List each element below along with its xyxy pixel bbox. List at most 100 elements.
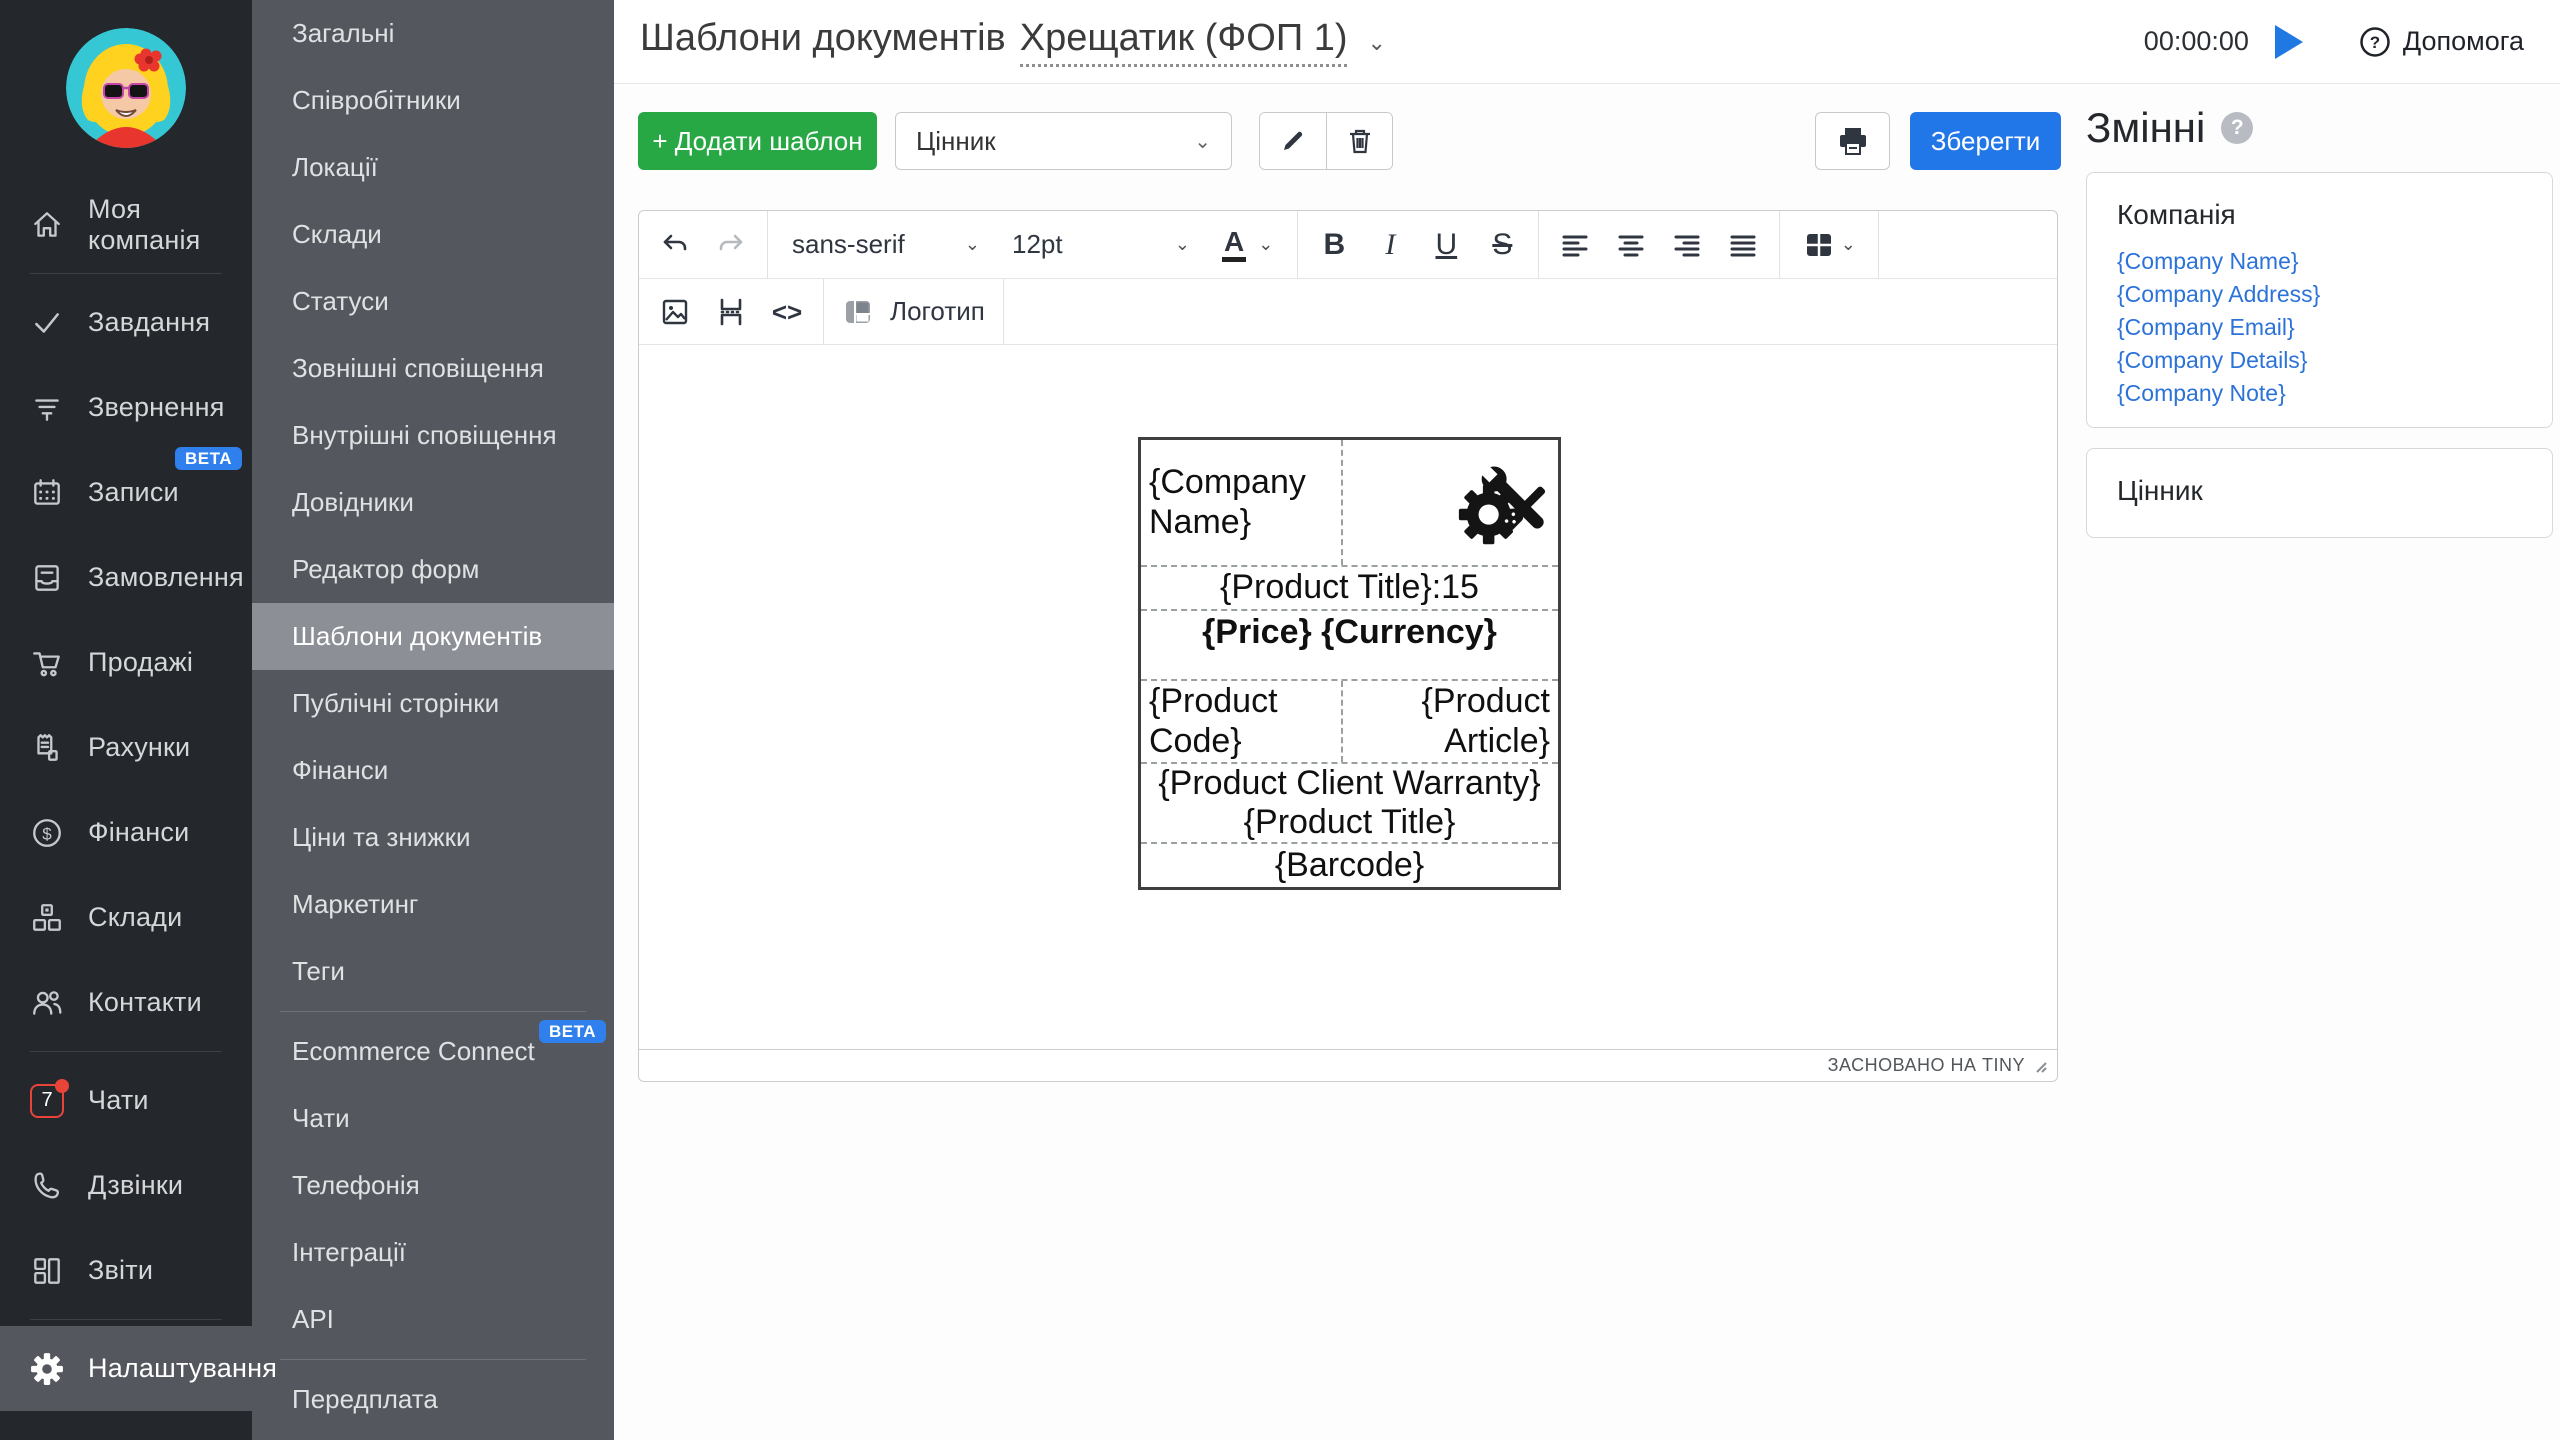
align-right-button[interactable] [1661, 219, 1713, 271]
sidebar-item-appeals[interactable]: Звернення [0, 365, 252, 450]
sidebar-item-calls[interactable]: Дзвінки [0, 1143, 252, 1228]
settings-item-external-notifications[interactable]: Зовнішні сповіщення [252, 335, 614, 402]
variables-help-icon[interactable]: ? [2221, 112, 2253, 144]
settings-item-prices-discounts[interactable]: Ціни та знижки [252, 804, 614, 871]
price-tag-template-table[interactable]: {Company Name} [1138, 437, 1561, 890]
settings-item-label: Передплата [292, 1384, 438, 1415]
print-button[interactable] [1815, 112, 1890, 170]
variables-section-title: Компанія [2117, 199, 2552, 231]
strikethrough-button[interactable]: S [1476, 219, 1528, 271]
variable-link-company-name[interactable]: {Company Name} [2117, 245, 2552, 278]
chevron-down-icon[interactable]: ⌄ [1367, 30, 1385, 56]
powered-by-tiny-label: ЗАСНОВАНО НА TINY [1828, 1055, 2025, 1076]
insert-image-button[interactable] [649, 286, 701, 338]
settings-item-ecommerce-connect[interactable]: Ecommerce Connect BETA [252, 1018, 614, 1085]
editor-canvas[interactable]: {Company Name} [639, 345, 2057, 1049]
location-selector[interactable]: Хрещатик (ФОП 1) [1020, 17, 1348, 67]
table-group: ⌄ [1780, 211, 1879, 278]
sidebar-item-reports[interactable]: Звіти [0, 1228, 252, 1313]
settings-item-subscription[interactable]: Передплата [252, 1366, 614, 1433]
undo-icon [660, 230, 690, 260]
sidebar-item-chats[interactable]: 7 Чати [0, 1058, 252, 1143]
logo-button-label: Логотип [890, 296, 985, 327]
sidebar-item-finance[interactable]: $ Фінанси [0, 790, 252, 875]
warranty-cell[interactable]: {Product Client Warranty} {Product Title… [1141, 764, 1558, 844]
sidebar-item-settings[interactable]: Налаштування [0, 1326, 252, 1411]
sidebar-item-contacts[interactable]: Контакти [0, 960, 252, 1045]
price-cell[interactable]: {Price} {Currency} [1141, 611, 1558, 681]
user-avatar[interactable] [0, 0, 252, 182]
resize-handle-icon[interactable] [2033, 1059, 2047, 1073]
settings-item-marketing[interactable]: Маркетинг [252, 871, 614, 938]
settings-item-public-pages[interactable]: Публічні сторінки [252, 670, 614, 737]
settings-item-general[interactable]: Загальні [252, 0, 614, 67]
sidebar-item-invoices[interactable]: Рахунки [0, 705, 252, 790]
variable-link-company-address[interactable]: {Company Address} [2117, 278, 2552, 311]
font-size-select[interactable]: 12pt ⌄ [998, 219, 1204, 271]
insert-logo-button[interactable]: Логотип [834, 286, 993, 338]
settings-item-directories[interactable]: Довідники [252, 469, 614, 536]
settings-item-form-editor[interactable]: Редактор форм [252, 536, 614, 603]
help-label: Допомога [2403, 26, 2524, 57]
save-button[interactable]: Зберегти [1910, 112, 2061, 170]
settings-item-telephony[interactable]: Телефонія [252, 1152, 614, 1219]
barcode-cell[interactable]: {Barcode} [1141, 844, 1558, 887]
settings-item-statuses[interactable]: Статуси [252, 268, 614, 335]
phone-icon [30, 1169, 64, 1203]
font-family-select[interactable]: sans-serif ⌄ [778, 219, 994, 271]
sidebar-item-warehouses[interactable]: Склади [0, 875, 252, 960]
align-justify-button[interactable] [1717, 219, 1769, 271]
settings-item-integrations[interactable]: Інтеграції [252, 1219, 614, 1286]
product-article-cell[interactable]: {Product Article} [1343, 681, 1558, 762]
divider [280, 1011, 586, 1012]
company-name-cell[interactable]: {Company Name} [1141, 440, 1343, 565]
settings-item-locations[interactable]: Локації [252, 134, 614, 201]
align-left-button[interactable] [1549, 219, 1601, 271]
insert-table-button[interactable]: ⌄ [1790, 219, 1868, 271]
settings-item-document-templates[interactable]: Шаблони документів [252, 603, 614, 670]
settings-item-label: Внутрішні сповіщення [292, 420, 557, 451]
variable-link-company-details[interactable]: {Company Details} [2117, 344, 2552, 377]
source-code-button[interactable]: <> [761, 286, 813, 338]
settings-item-api[interactable]: API [252, 1286, 614, 1353]
variable-link-company-email[interactable]: {Company Email} [2117, 311, 2552, 344]
template-select[interactable]: Цінник ⌄ [895, 112, 1232, 170]
settings-item-warehouses[interactable]: Склади [252, 201, 614, 268]
app-window: Моя компанія Завдання Звернення BETA [0, 0, 2560, 1440]
settings-item-label: Локації [292, 152, 378, 183]
sidebar-item-sales[interactable]: Продажі [0, 620, 252, 705]
align-center-icon [1616, 230, 1646, 260]
delete-template-button[interactable] [1326, 113, 1392, 169]
help-button[interactable]: ? Допомога [2359, 26, 2524, 58]
italic-button[interactable]: I [1364, 219, 1416, 271]
settings-item-chats[interactable]: Чати [252, 1085, 614, 1152]
settings-item-finance[interactable]: Фінанси [252, 737, 614, 804]
variable-link-company-note[interactable]: {Company Note} [2117, 377, 2552, 410]
product-title-cell[interactable]: {Product Title}:15 [1141, 567, 1558, 611]
sidebar-item-label: Рахунки [88, 732, 190, 763]
underline-button[interactable]: U [1420, 219, 1472, 271]
variables-section-pricetag[interactable]: Цінник [2086, 448, 2553, 538]
settings-item-label: Редактор форм [292, 554, 479, 585]
logo-placeholder-icon [842, 296, 874, 328]
align-center-button[interactable] [1605, 219, 1657, 271]
logo-cell[interactable] [1343, 440, 1558, 565]
add-template-button[interactable]: + Додати шаблон [638, 112, 877, 170]
bold-button[interactable]: B [1308, 219, 1360, 271]
play-button[interactable] [2275, 25, 2303, 59]
sidebar-item-orders[interactable]: Замовлення [0, 535, 252, 620]
sidebar-item-my-company[interactable]: Моя компанія [0, 182, 252, 267]
settings-item-tags[interactable]: Теги [252, 938, 614, 1005]
settings-item-employees[interactable]: Співробітники [252, 67, 614, 134]
settings-item-internal-notifications[interactable]: Внутрішні сповіщення [252, 402, 614, 469]
image-icon [659, 296, 691, 328]
format-group: B I U S [1298, 211, 1539, 278]
redo-button[interactable] [705, 219, 757, 271]
edit-template-button[interactable] [1260, 113, 1326, 169]
undo-button[interactable] [649, 219, 701, 271]
text-color-select[interactable]: A ⌄ [1208, 219, 1287, 271]
sidebar-item-records[interactable]: BETA Записи [0, 450, 252, 535]
page-break-button[interactable] [705, 286, 757, 338]
product-code-cell[interactable]: {Product Code} [1141, 681, 1343, 762]
sidebar-item-tasks[interactable]: Завдання [0, 280, 252, 365]
